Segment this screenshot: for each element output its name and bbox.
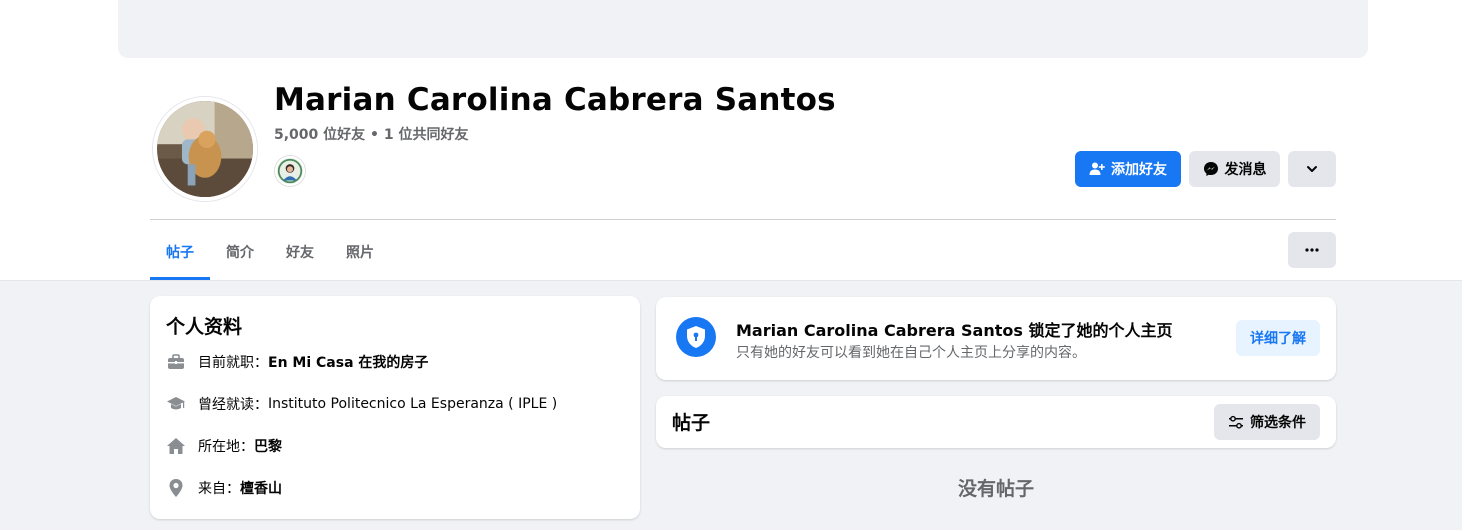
intro-city-label: 所在地： xyxy=(198,439,254,455)
tab-posts[interactable]: 帖子 xyxy=(150,224,210,280)
location-pin-icon xyxy=(166,478,186,498)
header-divider xyxy=(150,219,1336,220)
intro-row-work: 目前就职： En Mi Casa 在我的房子 xyxy=(166,350,428,374)
profile-tabs: 帖子 简介 好友 照片 xyxy=(150,224,390,280)
intro-work-label: 目前就职： xyxy=(198,355,268,371)
mutual-friend-photo xyxy=(277,158,303,184)
intro-row-education: 曾经就读： Instituto Politecnico La Esperanza… xyxy=(166,392,557,416)
filter-label: 筛选条件 xyxy=(1250,415,1306,431)
add-friend-label: 添加好友 xyxy=(1111,162,1167,178)
intro-title: 个人资料 xyxy=(166,316,243,338)
filter-button[interactable]: 筛选条件 xyxy=(1214,404,1320,440)
ellipsis-icon xyxy=(1305,248,1319,252)
learn-more-button[interactable]: 详细了解 xyxy=(1236,320,1320,356)
intro-row-hometown: 来自： 檀香山 xyxy=(166,476,282,500)
intro-work-value[interactable]: En Mi Casa 在我的房子 xyxy=(268,352,428,372)
friends-count[interactable]: 5,000 位好友 • 1 位共同好友 xyxy=(274,124,468,144)
posts-card: 帖子 筛选条件 xyxy=(656,396,1336,448)
home-icon xyxy=(166,436,186,456)
profile-name: Marian Carolina Cabrera Santos xyxy=(274,82,836,118)
locked-subtitle: 只有她的好友可以看到她在自己个人主页上分享的内容。 xyxy=(736,345,1086,361)
filter-sliders-icon xyxy=(1229,415,1243,429)
profile-avatar[interactable] xyxy=(153,97,257,201)
posts-title: 帖子 xyxy=(672,412,711,434)
cover-photo[interactable] xyxy=(118,0,1368,58)
message-label: 发消息 xyxy=(1224,162,1267,178)
messenger-icon xyxy=(1203,162,1218,176)
intro-city-value[interactable]: 巴黎 xyxy=(254,436,282,456)
intro-hometown-value[interactable]: 檀香山 xyxy=(240,478,282,498)
intro-hometown-label: 来自： xyxy=(198,481,240,497)
locked-profile-card: Marian Carolina Cabrera Santos 锁定了她的个人主页… xyxy=(656,297,1336,380)
intro-card: 个人资料 目前就职： En Mi Casa 在我的房子 曾经就读： Instit… xyxy=(150,296,640,519)
tab-friends[interactable]: 好友 xyxy=(270,224,330,280)
content-area: 个人资料 目前就职： En Mi Casa 在我的房子 曾经就读： Instit… xyxy=(0,280,1462,530)
graduation-cap-icon xyxy=(166,394,186,414)
intro-education-value[interactable]: Instituto Politecnico La Esperanza ( IPL… xyxy=(268,396,557,412)
add-person-icon xyxy=(1089,162,1105,175)
add-friend-button[interactable]: 添加好友 xyxy=(1075,151,1181,187)
tabs-more-button[interactable] xyxy=(1288,232,1336,268)
message-button[interactable]: 发消息 xyxy=(1189,151,1280,187)
mutual-friend-avatar[interactable] xyxy=(275,156,305,186)
briefcase-icon xyxy=(166,352,186,372)
locked-title: Marian Carolina Cabrera Santos 锁定了她的个人主页 xyxy=(736,321,1173,340)
tab-photos[interactable]: 照片 xyxy=(330,224,390,280)
tab-about[interactable]: 简介 xyxy=(210,224,270,280)
more-options-button[interactable] xyxy=(1288,151,1336,187)
shield-lock-icon xyxy=(676,317,716,357)
chevron-down-icon xyxy=(1307,166,1317,172)
intro-education-label: 曾经就读： xyxy=(198,397,268,413)
intro-row-city: 所在地： 巴黎 xyxy=(166,434,282,458)
profile-photo xyxy=(157,101,253,197)
no-posts-text: 没有帖子 xyxy=(957,478,1034,500)
